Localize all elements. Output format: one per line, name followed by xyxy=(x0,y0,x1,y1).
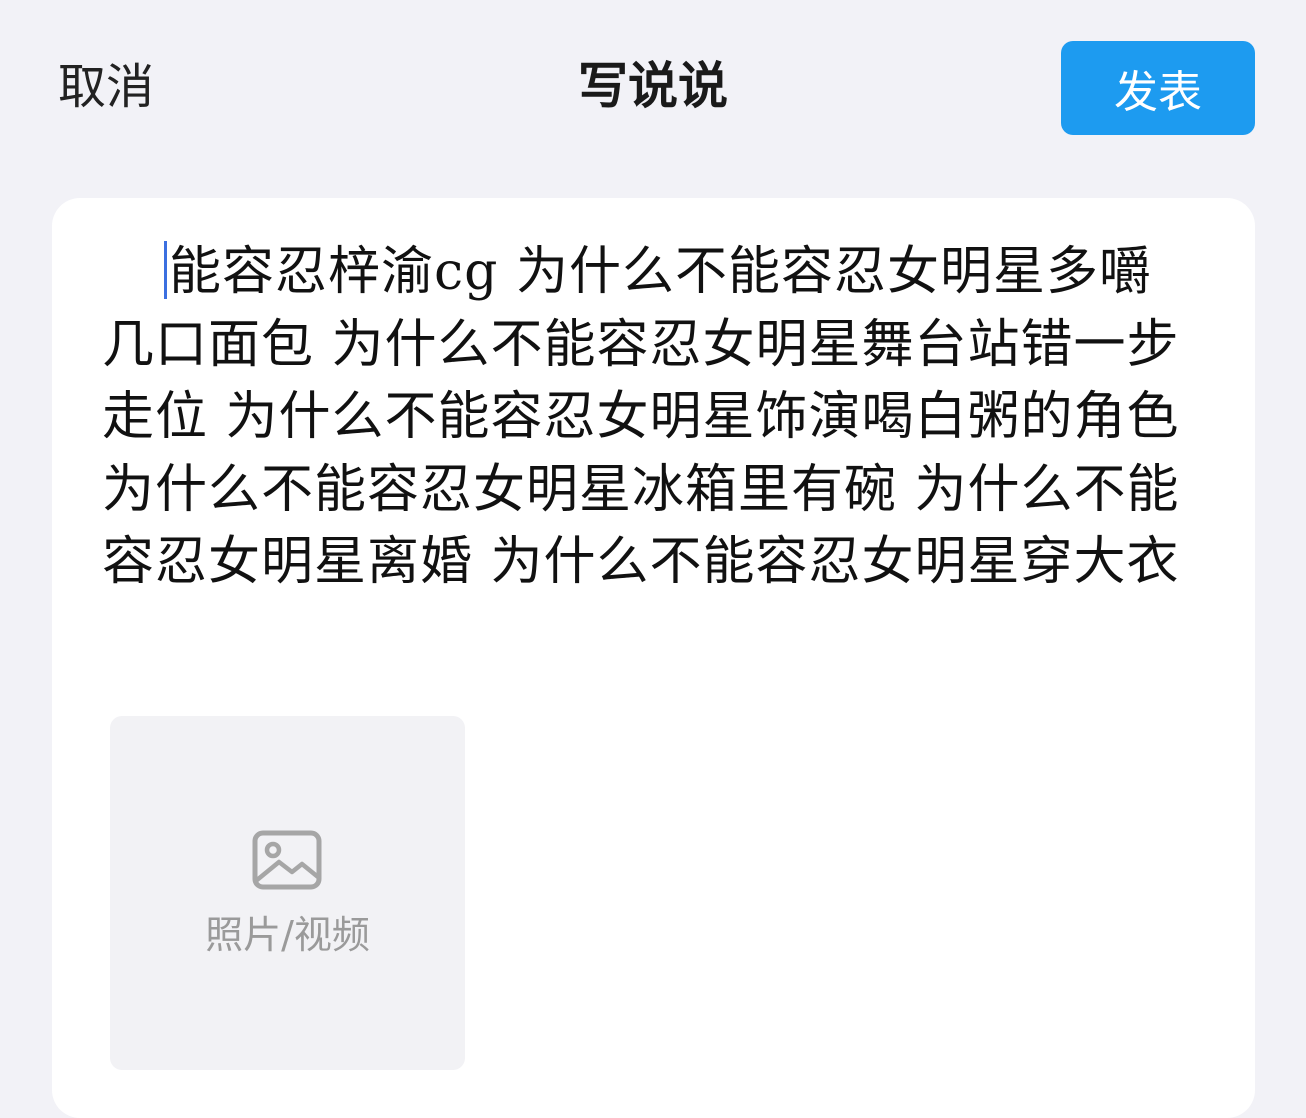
add-media-button[interactable]: 照片/视频 xyxy=(110,716,465,1070)
media-label: 照片/视频 xyxy=(205,913,370,957)
top-bar: 取消 写说说 发表 xyxy=(0,0,1306,180)
post-text-content: 能容忍梓渝cg 为什么不能容忍女明星多嚼几口面包 为什么不能容忍女明星舞台站错一… xyxy=(102,242,1180,592)
image-icon xyxy=(252,830,322,890)
publish-button[interactable]: 发表 xyxy=(1061,41,1255,135)
text-cursor xyxy=(164,241,167,299)
post-text-area[interactable]: 能容忍梓渝cg 为什么不能容忍女明星多嚼几口面包 为什么不能容忍女明星舞台站错一… xyxy=(102,236,1192,599)
composer-card: 能容忍梓渝cg 为什么不能容忍女明星多嚼几口面包 为什么不能容忍女明星舞台站错一… xyxy=(52,198,1255,1118)
